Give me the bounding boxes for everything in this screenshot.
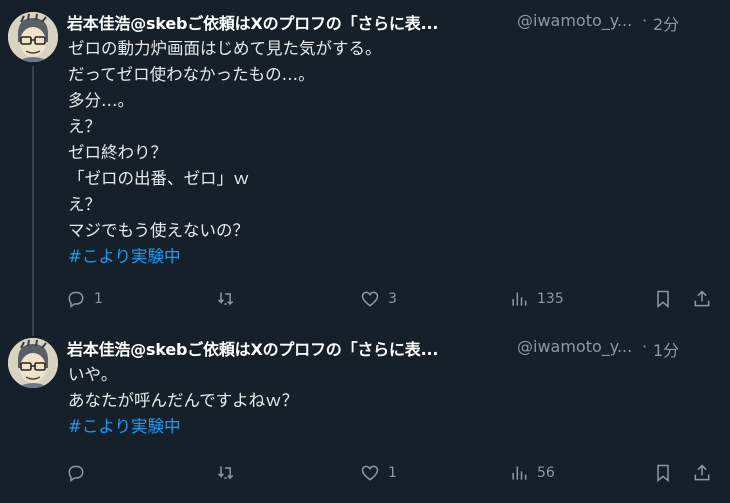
views-count: 135 <box>537 291 564 307</box>
avatar[interactable] <box>8 12 58 62</box>
tweet-line: ゼロ終わり？ <box>68 143 167 162</box>
tweet-line: 「ゼロの出番、ゼロ」ｗ <box>68 169 250 188</box>
tweet-line: だってゼロ使わなかったもの…。 <box>68 65 315 84</box>
retweet-icon <box>217 466 234 480</box>
tweet[interactable]: 岩本佳浩@skebご依頼はXのプロフの「さらに表... @iwamoto_y..… <box>0 326 730 503</box>
views-icon <box>512 466 527 480</box>
reply-count: 1 <box>94 291 103 307</box>
tweet-line: ゼロの動力炉画面はじめて見た気がする。 <box>68 39 382 58</box>
views-button[interactable]: 56 <box>509 458 555 488</box>
retweet-icon <box>217 292 234 306</box>
retweet-button[interactable] <box>216 284 244 314</box>
reply-button[interactable]: 1 <box>66 284 103 314</box>
reply-icon <box>68 291 84 308</box>
display-name[interactable]: 岩本佳浩@skebご依頼はXのプロフの「さらに表... <box>67 10 438 34</box>
action-bar: 1 3 135 <box>66 284 726 314</box>
reply-icon <box>68 465 84 482</box>
user-handle[interactable]: @iwamoto_y... <box>517 337 632 356</box>
bookmark-icon <box>657 464 669 483</box>
share-icon <box>694 290 710 307</box>
share-button[interactable] <box>692 458 712 488</box>
bookmark-icon <box>657 290 669 309</box>
separator-dot: · <box>642 11 648 30</box>
like-button[interactable]: 3 <box>360 284 397 314</box>
tweet-line: え？ <box>68 117 101 136</box>
views-icon <box>512 292 527 306</box>
reply-button[interactable] <box>66 458 94 488</box>
views-count: 56 <box>537 465 555 481</box>
tweet-text: いや。 あなたが呼んだんですよねｗ？ #こより実験中 <box>68 362 298 440</box>
tweet-line: あなたが呼んだんですよねｗ？ <box>68 391 299 410</box>
hashtag-link[interactable]: #こより実験中 <box>68 414 298 440</box>
action-bar: 1 56 <box>66 458 726 488</box>
retweet-button[interactable] <box>216 458 244 488</box>
tweet-line: いや。 <box>68 365 118 384</box>
avatar[interactable] <box>8 338 58 388</box>
separator-dot: · <box>642 337 648 356</box>
hashtag-link[interactable]: #こより実験中 <box>68 244 382 270</box>
tweet-header: 岩本佳浩@skebご依頼はXのプロフの「さらに表... @iwamoto_y..… <box>67 8 717 36</box>
tweet-header: 岩本佳浩@skebご依頼はXのプロフの「さらに表... @iwamoto_y..… <box>67 334 717 362</box>
tweet[interactable]: 岩本佳浩@skebご依頼はXのプロフの「さらに表... @iwamoto_y..… <box>0 0 730 336</box>
bookmark-button[interactable] <box>653 284 673 314</box>
tweet-line: マジでもう使えないの？ <box>68 221 250 240</box>
tweet-text: ゼロの動力炉画面はじめて見た気がする。 だってゼロ使わなかったもの…。 多分…。… <box>68 36 382 270</box>
share-icon <box>694 464 710 481</box>
like-icon <box>361 291 379 307</box>
like-count: 3 <box>388 291 397 307</box>
tweet-line: え？ <box>68 195 101 214</box>
tweet-line: 多分…。 <box>68 91 134 110</box>
thread-line <box>32 66 34 336</box>
like-button[interactable]: 1 <box>360 458 397 488</box>
like-count: 1 <box>388 465 397 481</box>
views-button[interactable]: 135 <box>509 284 564 314</box>
bookmark-button[interactable] <box>653 458 673 488</box>
like-icon <box>361 465 379 481</box>
share-button[interactable] <box>692 284 712 314</box>
timestamp[interactable]: 1分 <box>653 337 679 361</box>
user-handle[interactable]: @iwamoto_y... <box>517 11 632 30</box>
timestamp[interactable]: 2分 <box>653 11 679 35</box>
display-name[interactable]: 岩本佳浩@skebご依頼はXのプロフの「さらに表... <box>67 336 438 360</box>
